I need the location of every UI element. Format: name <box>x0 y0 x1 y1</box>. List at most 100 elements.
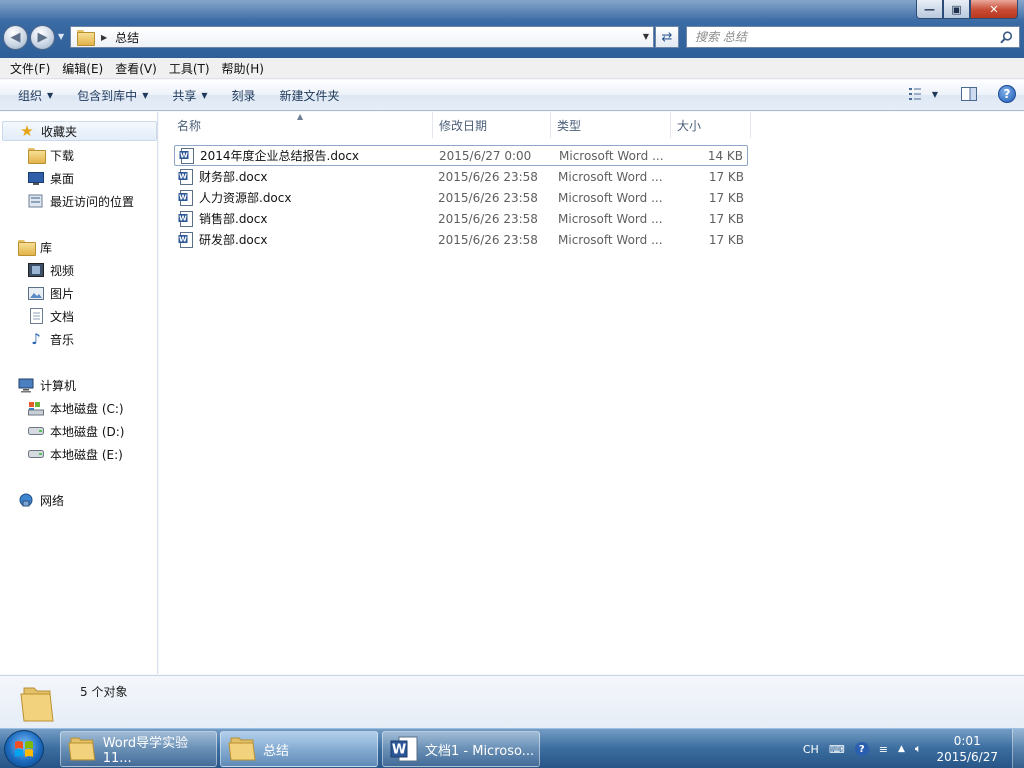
file-row[interactable]: W 财务部.docx 2015/6/26 23:58 Microsoft Wor… <box>174 166 748 187</box>
clock-time: 0:01 <box>953 734 981 748</box>
burn-button[interactable]: 刻录 <box>224 80 264 110</box>
navigation-row: ◀ ▶ ▼ ▶ 总结 ▼ ⇄ <box>0 23 1024 53</box>
taskbar-button-word-experiment[interactable]: Word导学实验11... <box>60 731 217 767</box>
address-dropdown-icon[interactable]: ▼ <box>643 32 649 41</box>
sidebar-item-downloads[interactable]: 下载 <box>28 145 74 165</box>
menu-help[interactable]: 帮助(H) <box>216 60 270 77</box>
details-pane: 5 个对象 <box>0 675 1024 728</box>
sidebar-item-favorites[interactable]: ★ 收藏夹 <box>2 121 157 141</box>
address-bar[interactable]: ▶ 总结 ▼ <box>70 26 654 48</box>
back-arrow-icon: ◀ <box>10 30 21 45</box>
help-tray-icon[interactable]: ? <box>854 742 869 756</box>
svg-text:W: W <box>179 193 187 201</box>
show-hidden-icons[interactable]: ▲ <box>898 744 905 754</box>
change-view-button[interactable] <box>906 84 928 104</box>
hard-drive-icon <box>28 446 44 462</box>
system-tray: CH ⌨ ? ≡ ▲ 🔈︎ 0:01 2015/6/27 <box>798 729 1024 768</box>
taskbar-button-word-document[interactable]: W 文档1 - Microso... <box>382 731 540 767</box>
close-button[interactable]: ✕ <box>970 0 1018 19</box>
picture-icon <box>28 285 44 301</box>
search-input[interactable] <box>695 30 995 44</box>
clock[interactable]: 0:01 2015/6/27 <box>936 733 998 765</box>
chevron-down-icon: ▼ <box>47 90 54 100</box>
column-header-size[interactable]: 大小 <box>671 112 751 138</box>
menu-tools[interactable]: 工具(T) <box>163 60 216 77</box>
file-row[interactable]: W 研发部.docx 2015/6/26 23:58 Microsoft Wor… <box>174 229 748 250</box>
breadcrumb-chevron-icon[interactable]: ▶ <box>101 33 107 42</box>
new-folder-button[interactable]: 新建文件夹 <box>272 80 348 110</box>
menu-file[interactable]: 文件(F) <box>4 60 56 77</box>
file-row[interactable]: W 人力资源部.docx 2015/6/26 23:58 Microsoft W… <box>174 187 748 208</box>
file-name-cell: W 人力资源部.docx <box>178 189 291 206</box>
refresh-button[interactable]: ⇄ <box>655 26 679 48</box>
taskbar-button-label: Word导学实验11... <box>102 736 189 766</box>
column-header-label: 名称 <box>177 118 202 133</box>
search-icon[interactable] <box>1000 31 1013 44</box>
sidebar-item-libraries[interactable]: 库 <box>18 237 52 257</box>
sidebar-item-label: 图片 <box>50 286 75 301</box>
ime-options-icon[interactable]: ≡ <box>879 743 888 756</box>
sidebar-item-drive-d[interactable]: 本地磁盘 (D:) <box>28 421 124 441</box>
sidebar-item-network[interactable]: 网络 <box>18 490 64 510</box>
folder-icon <box>77 30 95 46</box>
item-count: 5 个对象 <box>80 685 128 699</box>
volume-icon[interactable]: 🔈︎ <box>915 742 922 756</box>
include-in-library-button[interactable]: 包含到库中 ▼ <box>69 80 156 110</box>
show-desktop-button[interactable] <box>1012 729 1024 768</box>
sidebar-item-label: 计算机 <box>40 378 77 393</box>
view-controls: ▼ ? <box>906 84 1016 104</box>
sidebar-item-recent-places[interactable]: 最近访问的位置 <box>28 191 134 211</box>
file-name-cell: W 2014年度企业总结报告.docx <box>179 147 359 164</box>
sidebar-item-desktop[interactable]: 桌面 <box>28 168 74 188</box>
sidebar-item-label: 桌面 <box>50 171 75 186</box>
sort-ascending-icon: ▲ <box>297 112 304 121</box>
word-document-icon: W <box>178 210 193 227</box>
view-options-dropdown-icon[interactable]: ▼ <box>932 90 938 99</box>
video-icon <box>28 262 44 278</box>
organize-button[interactable]: 组织 ▼ <box>10 80 61 110</box>
minimize-button[interactable]: — <box>916 0 943 19</box>
column-header-type[interactable]: 类型 <box>551 112 671 138</box>
file-name: 销售部.docx <box>199 212 268 226</box>
windows-logo-icon <box>15 741 33 757</box>
sidebar-item-music[interactable]: ♪ 音乐 <box>28 329 74 349</box>
start-button[interactable] <box>4 730 44 768</box>
menu-edit[interactable]: 编辑(E) <box>56 60 109 77</box>
recent-pages-dropdown[interactable]: ▼ <box>58 32 64 41</box>
keyboard-icon[interactable]: ⌨ <box>829 743 845 756</box>
music-note-icon: ♪ <box>31 330 41 348</box>
sidebar-item-drive-c[interactable]: 本地磁盘 (C:) <box>28 398 124 418</box>
file-date: 2015/6/26 23:58 <box>438 211 538 226</box>
sidebar-item-videos[interactable]: 视频 <box>28 260 74 280</box>
sidebar-item-drive-e[interactable]: 本地磁盘 (E:) <box>28 444 123 464</box>
preview-pane-button[interactable] <box>958 84 980 104</box>
svg-text:W: W <box>392 743 406 758</box>
svg-text:W: W <box>179 214 187 222</box>
language-indicator[interactable]: CH <box>803 743 819 756</box>
help-icon[interactable]: ? <box>998 85 1016 103</box>
menu-view[interactable]: 查看(V) <box>109 60 163 77</box>
computer-icon <box>18 377 34 393</box>
forward-button[interactable]: ▶ <box>30 25 55 50</box>
sidebar-item-computer[interactable]: 计算机 <box>18 375 76 395</box>
sidebar-item-label: 库 <box>40 240 53 255</box>
column-header-label: 类型 <box>557 118 582 133</box>
burn-label: 刻录 <box>231 88 256 103</box>
sidebar-item-label: 视频 <box>50 263 75 278</box>
file-row[interactable]: W 2014年度企业总结报告.docx 2015/6/27 0:00 Micro… <box>174 145 748 166</box>
share-button[interactable]: 共享 ▼ <box>164 80 215 110</box>
sidebar-item-documents[interactable]: 文档 <box>28 306 74 326</box>
hard-drive-icon <box>28 423 44 439</box>
taskbar-button-summary-folder[interactable]: 总结 <box>220 731 378 767</box>
search-box[interactable] <box>686 26 1020 48</box>
column-header-date[interactable]: 修改日期 <box>433 112 551 138</box>
file-type: Microsoft Word ... <box>558 169 663 184</box>
maximize-button[interactable]: ▣ <box>943 0 970 19</box>
breadcrumb-current[interactable]: 总结 <box>115 29 139 46</box>
file-row[interactable]: W 销售部.docx 2015/6/26 23:58 Microsoft Wor… <box>174 208 748 229</box>
command-bar: 组织 ▼ 包含到库中 ▼ 共享 ▼ 刻录 新建文件夹 ▼ ? <box>0 80 1024 111</box>
back-button[interactable]: ◀ <box>3 25 28 50</box>
chevron-down-icon: ▼ <box>142 90 149 100</box>
file-name: 2014年度企业总结报告.docx <box>200 149 360 163</box>
sidebar-item-pictures[interactable]: 图片 <box>28 283 74 303</box>
